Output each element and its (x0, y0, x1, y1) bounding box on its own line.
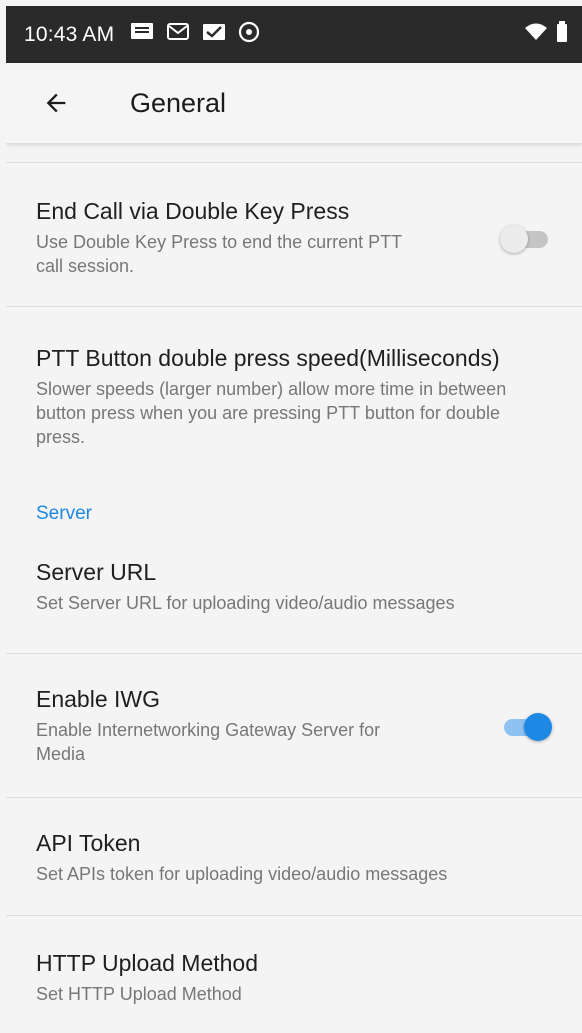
pref-server-url-summary: Set Server URL for uploading video/audio… (36, 593, 455, 613)
battery-icon (556, 20, 568, 49)
pref-api-token[interactable]: API Token Set APIs token for uploading v… (6, 798, 582, 915)
preferences-list: End Call via Double Key Press Use Double… (6, 143, 582, 1033)
pref-double-press-speed-title: PTT Button double press speed(Millisecon… (36, 345, 500, 371)
pref-api-token-summary: Set APIs token for uploading video/audio… (36, 864, 448, 884)
wifi-icon (524, 22, 548, 48)
pref-enable-iwg-title: Enable IWG (36, 686, 160, 712)
mail-icon (166, 22, 190, 48)
pref-server-url[interactable]: Server URL Set Server URL for uploading … (6, 551, 582, 653)
enable-iwg-switch[interactable] (500, 709, 552, 745)
screen: 10:43 AM General End Call via Double Key… (6, 6, 582, 1033)
pref-end-call[interactable]: End Call via Double Key Press Use Double… (6, 163, 582, 306)
app-bar: General (6, 63, 582, 143)
page-title: General (130, 87, 227, 118)
pref-end-call-title: End Call via Double Key Press (36, 198, 350, 224)
back-button[interactable] (26, 73, 86, 133)
message-icon (130, 22, 154, 48)
pref-end-call-summary: Use Double Key Press to end the current … (36, 232, 402, 276)
pref-enable-iwg-summary: Enable Internetworking Gateway Server fo… (36, 720, 381, 764)
switch-thumb (500, 225, 528, 253)
notification-icons (130, 21, 260, 49)
pref-http-upload-title: HTTP Upload Method (36, 950, 259, 976)
pref-http-upload[interactable]: HTTP Upload Method Set HTTP Upload Metho… (6, 916, 582, 1033)
switch-thumb (524, 713, 552, 741)
arrow-back-icon (46, 93, 66, 113)
status-right (524, 20, 568, 49)
pref-double-press-speed[interactable]: PTT Button double press speed(Millisecon… (6, 307, 582, 503)
end-call-switch[interactable] (500, 221, 552, 257)
status-time: 10:43 AM (24, 22, 115, 46)
check-mail-icon (202, 22, 226, 48)
pref-http-upload-summary: Set HTTP Upload Method (36, 984, 242, 1004)
pref-double-press-speed-summary: Slower speeds (larger number) allow more… (36, 379, 507, 447)
status-bar: 10:43 AM (6, 6, 582, 63)
pref-server-url-title: Server URL (36, 559, 157, 585)
pref-api-token-title: API Token (36, 830, 141, 856)
category-server: Server (36, 503, 92, 524)
pref-enable-iwg[interactable]: Enable IWG Enable Internetworking Gatewa… (6, 654, 582, 797)
sync-icon (238, 21, 260, 49)
